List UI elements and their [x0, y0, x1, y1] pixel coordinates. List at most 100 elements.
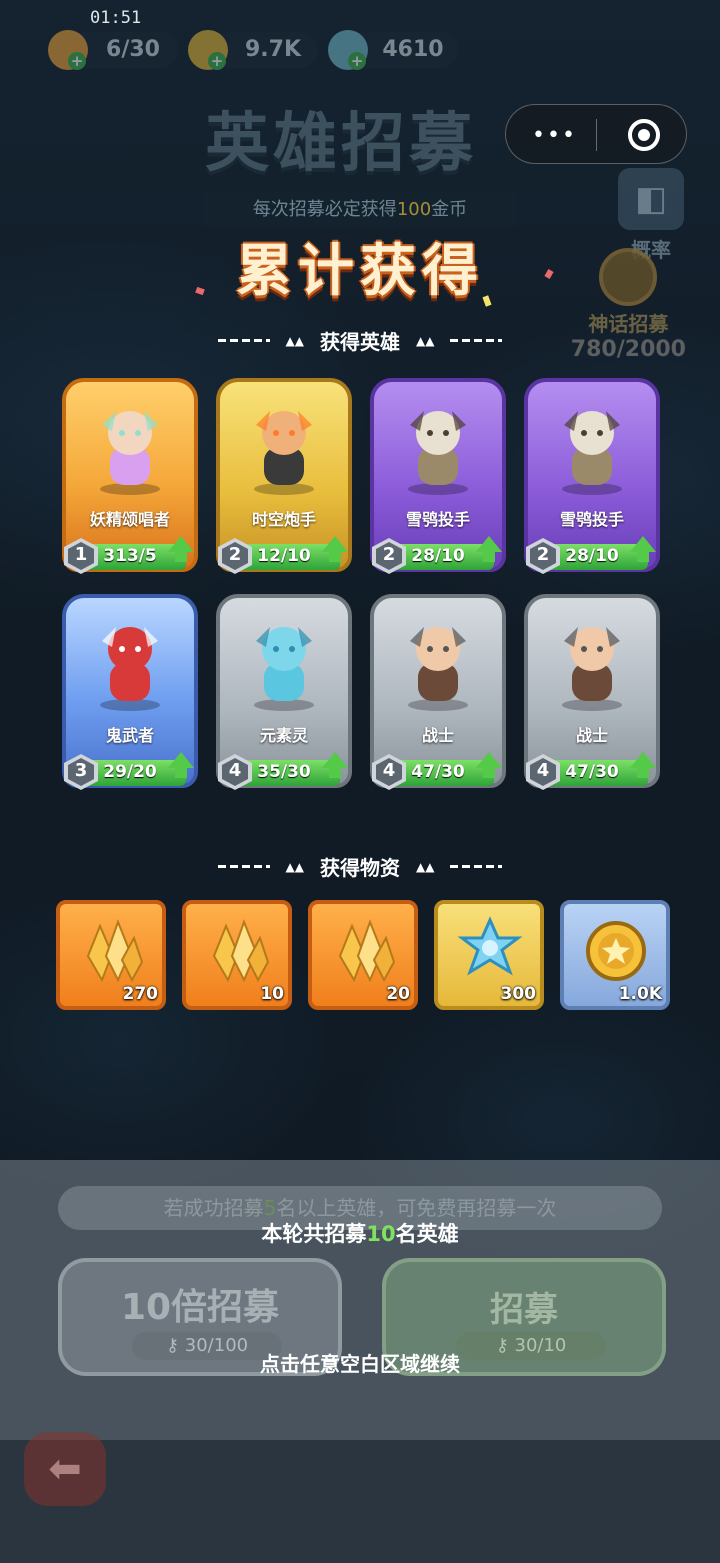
upgrade-arrow-icon[interactable] [168, 752, 194, 778]
heroes-section-header: ▲▲ 获得英雄 ▲▲ [0, 326, 720, 355]
gold-coin-icon [582, 916, 650, 986]
tap-to-continue-hint: 点击任意空白区域继续 [260, 1352, 460, 1376]
reward-item[interactable]: 10 [182, 900, 292, 1010]
item-reward-row: 270 10 20 300 1.0K [56, 900, 670, 1010]
hero-name: 战士 [575, 726, 608, 745]
plus-icon[interactable]: + [208, 52, 226, 70]
hero-card[interactable]: 妖精颂唱者 313/5 1 [58, 378, 202, 578]
resource-value: 4610 [382, 37, 444, 62]
probability-icon: ◧ [618, 168, 684, 230]
gold-crystal-icon [330, 916, 398, 986]
upgrade-arrow-icon[interactable] [476, 536, 502, 562]
resource-item[interactable]: 6/30 + [48, 30, 178, 70]
banner-text-prefix: 每次招募必定获得 [252, 199, 397, 220]
hero-level: 1 [74, 544, 88, 565]
resource-value: 9.7K [244, 37, 302, 62]
heroes-section-label: 获得英雄 [320, 330, 400, 354]
hero-name: 雪鸮投手 [405, 510, 470, 529]
hero-level: 4 [382, 760, 396, 781]
round-summary-count: 10 [366, 1222, 396, 1246]
items-section-header: ▲▲ 获得物资 ▲▲ [0, 852, 720, 881]
hero-grid-row-1: 妖精颂唱者 313/5 1 时空炮手 12/10 2 雪鸮投手 28/10 2 雪鸮投手 28/10… [58, 378, 664, 578]
more-dots-icon[interactable]: ••• [532, 123, 577, 148]
reward-quantity: 300 [500, 984, 537, 1004]
hero-card[interactable]: 战士 47/30 4 [366, 594, 510, 794]
reward-quantity: 270 [122, 984, 159, 1004]
snow-owl-thrower-icon [534, 392, 650, 502]
hero-grid-row-2: 鬼武者 29/20 3 元素灵 35/30 4 战士 47/30 4 战士 47/30 4 [58, 594, 664, 794]
ice-snowflake-icon [456, 916, 524, 986]
divider-dashes [450, 865, 503, 868]
reward-item[interactable]: 1.0K [560, 900, 670, 1010]
bonus-hint-highlight: 5 [263, 1196, 277, 1220]
upgrade-arrow-icon[interactable] [476, 752, 502, 778]
banner-text-suffix: 金币 [431, 199, 468, 220]
hero-card[interactable]: 鬼武者 29/20 3 [58, 594, 202, 794]
back-arrow-icon: ⬅ [48, 1446, 82, 1492]
warrior-icon [534, 608, 650, 718]
resource-item[interactable]: 4610 + [328, 30, 458, 70]
oni-warrior-icon [72, 608, 188, 718]
hero-level-badge: 4 [372, 754, 406, 790]
hero-name: 元素灵 [259, 726, 308, 745]
hero-name: 时空炮手 [251, 510, 316, 529]
recruit-1x-label: 招募 [490, 1290, 558, 1330]
hero-level: 2 [228, 544, 242, 565]
hero-card[interactable]: 时空炮手 12/10 2 [212, 378, 356, 578]
gold-crystal-icon [204, 916, 272, 986]
divider-dashes [217, 865, 270, 868]
bonus-hint-prefix: 若成功招募 [163, 1196, 264, 1220]
upgrade-arrow-icon[interactable] [630, 752, 656, 778]
divider-dashes [217, 339, 270, 342]
reward-quantity: 10 [260, 984, 284, 1004]
bottom-ground [0, 1440, 720, 1563]
back-button[interactable]: ⬅ [24, 1432, 106, 1506]
capsule-divider [596, 119, 597, 151]
reward-item[interactable]: 270 [56, 900, 166, 1010]
triangle-ornament-icon: ▲▲ [285, 859, 304, 874]
fairy-singer-icon [72, 392, 188, 502]
recruit-10x-text: 倍招募 [171, 1287, 280, 1328]
hero-card[interactable]: 雪鸮投手 28/10 2 [366, 378, 510, 578]
divider-dashes [450, 339, 503, 342]
upgrade-arrow-icon[interactable] [630, 536, 656, 562]
hero-level: 2 [382, 544, 396, 565]
hero-level: 4 [536, 760, 550, 781]
elemental-spirit-icon [226, 608, 342, 718]
page-title: 英雄招募 [205, 107, 477, 181]
triangle-ornament-icon: ▲▲ [416, 859, 435, 874]
hero-level-badge: 2 [526, 538, 560, 574]
upgrade-arrow-icon[interactable] [168, 536, 194, 562]
spacetime-gunner-icon [226, 392, 342, 502]
status-clock: 01:51 [90, 8, 142, 28]
bonus-hint-suffix: 名以上英雄，可免费再招募一次 [276, 1196, 557, 1220]
reward-item[interactable]: 300 [434, 900, 544, 1010]
hero-name: 雪鸮投手 [559, 510, 624, 529]
hero-level-badge: 4 [218, 754, 252, 790]
hero-level-badge: 1 [64, 538, 98, 574]
items-section-label: 获得物资 [320, 856, 400, 880]
resource-value: 6/30 [106, 37, 160, 62]
hero-level-badge: 2 [218, 538, 252, 574]
hero-level-badge: 2 [372, 538, 406, 574]
hero-card[interactable]: 雪鸮投手 28/10 2 [520, 378, 664, 578]
hero-level: 4 [228, 760, 242, 781]
warrior-icon [380, 608, 496, 718]
plus-icon[interactable]: + [68, 52, 86, 70]
resource-item[interactable]: 9.7K + [188, 30, 318, 70]
reward-item[interactable]: 20 [308, 900, 418, 1010]
hero-card[interactable]: 战士 47/30 4 [520, 594, 664, 794]
upgrade-arrow-icon[interactable] [322, 752, 348, 778]
hero-level: 2 [536, 544, 550, 565]
plus-icon[interactable]: + [348, 52, 366, 70]
close-target-icon[interactable] [628, 119, 660, 151]
triangle-ornament-icon: ▲▲ [416, 333, 435, 348]
recruit-10x-num: 10 [120, 1287, 172, 1328]
banner-text-highlight: 100 [396, 199, 432, 220]
upgrade-arrow-icon[interactable] [322, 536, 348, 562]
guaranteed-gold-banner: 每次招募必定获得100金币 [202, 192, 518, 228]
gold-crystal-icon [78, 916, 146, 986]
hero-card[interactable]: 元素灵 35/30 4 [212, 594, 356, 794]
hero-name: 妖精颂唱者 [89, 510, 170, 529]
hero-level: 3 [74, 760, 88, 781]
